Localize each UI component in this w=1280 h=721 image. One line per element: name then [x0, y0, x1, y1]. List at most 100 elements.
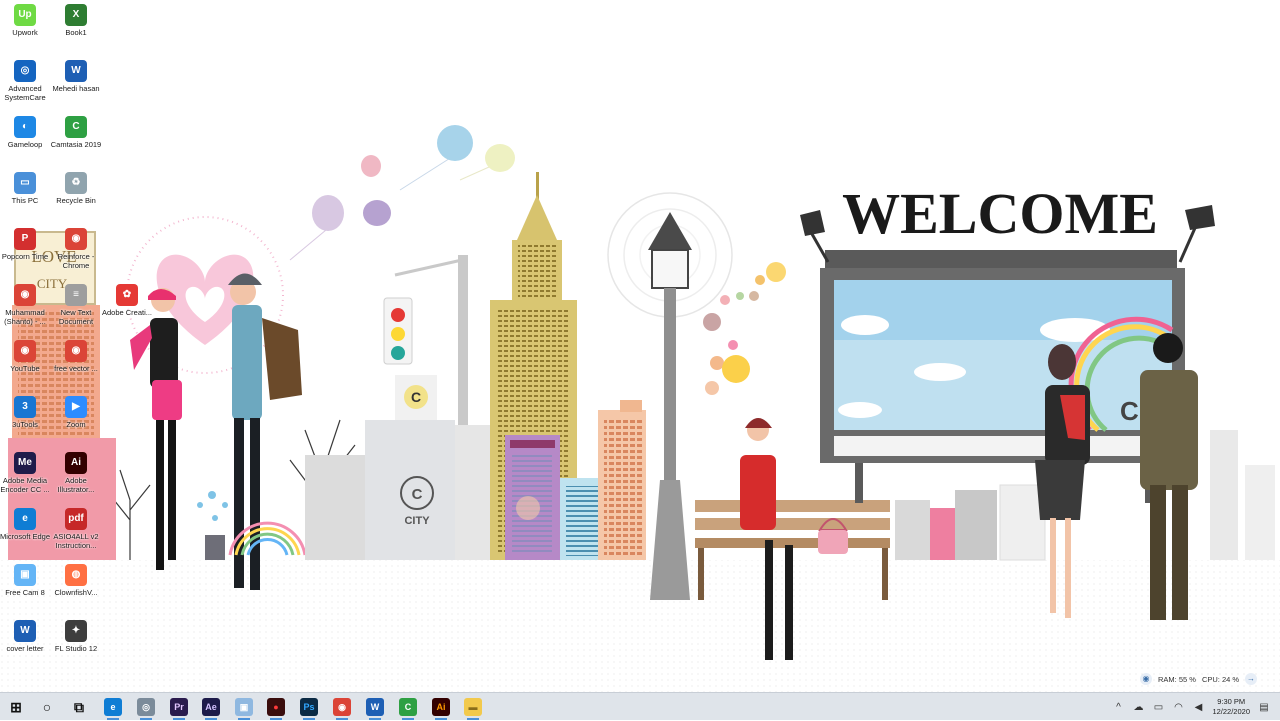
desktop-icon[interactable]: C Camtasia 2019	[50, 116, 102, 149]
file-explorer-icon: ▬	[464, 698, 482, 716]
wifi-icon[interactable]: ◠	[1172, 702, 1184, 713]
desktop-icon-label: This PC	[11, 196, 39, 205]
cpu-usage: CPU: 24 %	[1201, 674, 1240, 684]
pdf-icon: pdf	[65, 508, 87, 530]
desktop-icon[interactable]: ♻ Recycle Bin	[50, 172, 102, 205]
clownfish-icon: ◍	[65, 564, 87, 586]
desktop-icon[interactable]: ◉ free vector ...	[50, 340, 102, 373]
desktop-icon-label: cover letter	[6, 644, 44, 653]
city-buildings: C C CITY	[305, 375, 500, 560]
recycle-bin-icon: ♻	[65, 172, 87, 194]
desktop-icon[interactable]: ◐ Gameloop	[0, 116, 51, 149]
task-view-icon: ⧉	[74, 698, 84, 715]
desktop-icon[interactable]: ◍ ClownfishV...	[50, 564, 102, 597]
upwork-icon: Up	[14, 4, 36, 26]
desktop-icon-label: Upwork	[12, 28, 38, 37]
zoom-icon: ▶	[65, 396, 87, 418]
desktop-icon-label: FL Studio 12	[54, 644, 98, 653]
taskbar-button[interactable]: W	[364, 696, 386, 720]
clock-date: 12/22/2020	[1212, 707, 1250, 716]
taskbar-button[interactable]: ⧉	[68, 696, 90, 718]
adobe-cc-icon: ✿	[116, 284, 138, 306]
ground	[0, 560, 1280, 692]
notification-icon[interactable]: ▤	[1258, 702, 1270, 713]
system-tray: ^ ☁ ▭ ◠ ◀ 9:30 PM 12/22/2020 ▤	[1112, 693, 1280, 721]
taskbar-button[interactable]: Ae	[200, 696, 222, 720]
fl-studio-icon: ✦	[65, 620, 87, 642]
desktop-icon[interactable]: ◎ Advanced SystemCare	[0, 60, 51, 102]
desktop-icon[interactable]: ≡ New Text Document	[50, 284, 102, 326]
taskbar-button[interactable]: Ps	[298, 696, 320, 720]
taskbar-button[interactable]: ●	[265, 696, 287, 720]
media-encoder-icon: Me	[14, 452, 36, 474]
desktop-icon[interactable]: ▶ Zoom	[50, 396, 102, 429]
desktop-icon[interactable]: ✦ FL Studio 12	[50, 620, 102, 653]
taskbar-button[interactable]: ◉	[331, 696, 353, 720]
desktop-icon-label: Reinforce - Chrome	[57, 252, 95, 270]
desktop-icon[interactable]: W Mehedi hasan	[50, 60, 102, 93]
desktop-icon[interactable]: ✿ Adobe Creati...	[101, 284, 153, 317]
desktop-icon[interactable]: ◉ YouTube	[0, 340, 51, 373]
city-sign: CITY	[404, 515, 430, 527]
desktop-icon[interactable]: pdf ASIO4ALL v2 Instruction...	[50, 508, 102, 550]
desktop-icon[interactable]: Wcover letter	[0, 620, 51, 653]
premiere-icon: Pr	[170, 698, 188, 716]
desktop-icon[interactable]: e Microsoft Edge	[0, 508, 51, 541]
desktop-icon[interactable]: ▣ Free Cam 8	[0, 564, 51, 597]
desktop-icon[interactable]: Me Adobe Media Encoder CC ...	[0, 452, 51, 494]
taskbar-button[interactable]: ▣	[233, 696, 255, 720]
desktop-icon-label: Gameloop	[7, 140, 43, 149]
taskbar-button[interactable]: C	[397, 696, 419, 720]
desktop-icon[interactable]: ▭ This PC	[0, 172, 51, 205]
desktop-icon-label: Recycle Bin	[56, 196, 96, 205]
desktop-icon-label: Book1	[65, 28, 87, 37]
desktop-icon-label: Camtasia 2019	[50, 140, 102, 149]
c-sign-top: C	[411, 389, 421, 405]
desktop-icon[interactable]: P Popcorn Time	[0, 228, 51, 261]
desktop-icon-label: Adobe Illustrator...	[57, 476, 95, 494]
camtasia-icon: C	[65, 116, 87, 138]
computer-icon: ▭	[14, 172, 36, 194]
systemcare-icon: ◎	[137, 698, 155, 716]
arrow-right-icon[interactable]: →	[1245, 673, 1258, 685]
desktop-icon-label: ASIO4ALL v2 Instruction...	[53, 532, 99, 550]
desktop-icon-label: Mehedi hasan	[52, 84, 100, 93]
desktop-icon[interactable]: Up Upwork	[0, 4, 51, 37]
desktop-icon-label: Advanced SystemCare	[4, 84, 46, 102]
word-file-icon: W	[14, 620, 36, 642]
welcome-text: WELCOME	[842, 181, 1158, 246]
systemcare-icon: ◎	[14, 60, 36, 82]
c-sign: C	[412, 486, 423, 503]
clock[interactable]: 9:30 PM 12/22/2020	[1212, 697, 1250, 717]
illustrator-icon: Ai	[65, 452, 87, 474]
desktop-icon[interactable]: 3 3uTools	[0, 396, 51, 429]
battery-icon[interactable]: ▭	[1152, 702, 1164, 713]
gameloop-icon: ◐	[14, 116, 36, 138]
desktop-icon[interactable]: Ai Adobe Illustrator...	[50, 452, 102, 494]
taskbar-button[interactable]: ▬	[462, 696, 484, 720]
taskbar-button[interactable]: Ai	[430, 696, 452, 720]
taskbar-button[interactable]: ○	[36, 696, 58, 718]
start-icon: ⊞	[10, 698, 22, 715]
word-icon: W	[366, 698, 384, 716]
desktop-icon[interactable]: ◉ Reinforce - Chrome	[50, 228, 102, 270]
ram-usage: RAM: 55 %	[1158, 674, 1196, 684]
city-wallpaper: C C CITY WELCOME LOVE CITY	[0, 125, 1280, 692]
taskbar-button[interactable]: e	[102, 696, 124, 720]
monitor-icon: ◉	[1140, 673, 1152, 685]
taskbar-button[interactable]: ⊞	[5, 696, 27, 718]
edge-icon: e	[14, 508, 36, 530]
volume-icon[interactable]: ◀	[1192, 702, 1204, 713]
system-monitor-widget[interactable]: ◉ RAM: 55 % CPU: 24 % →	[1140, 670, 1258, 688]
recorder-icon: ●	[267, 698, 285, 716]
cloud-icon[interactable]: ☁	[1132, 702, 1144, 713]
desktop-icon[interactable]: X Book1	[50, 4, 102, 37]
taskbar-button[interactable]: Pr	[168, 696, 190, 720]
after-effects-icon: Ae	[202, 698, 220, 716]
chrome-icon: ◉	[14, 284, 36, 306]
desktop[interactable]: C C CITY WELCOME LOVE CITY Up Upwork X B…	[0, 0, 1280, 692]
taskbar-button[interactable]: ◎	[135, 696, 157, 720]
chevron-up-icon[interactable]: ^	[1112, 702, 1124, 713]
desktop-icon[interactable]: ◉ Muhammad (Shanto) - ...	[0, 284, 51, 326]
text-document-icon: ≡	[65, 284, 87, 306]
